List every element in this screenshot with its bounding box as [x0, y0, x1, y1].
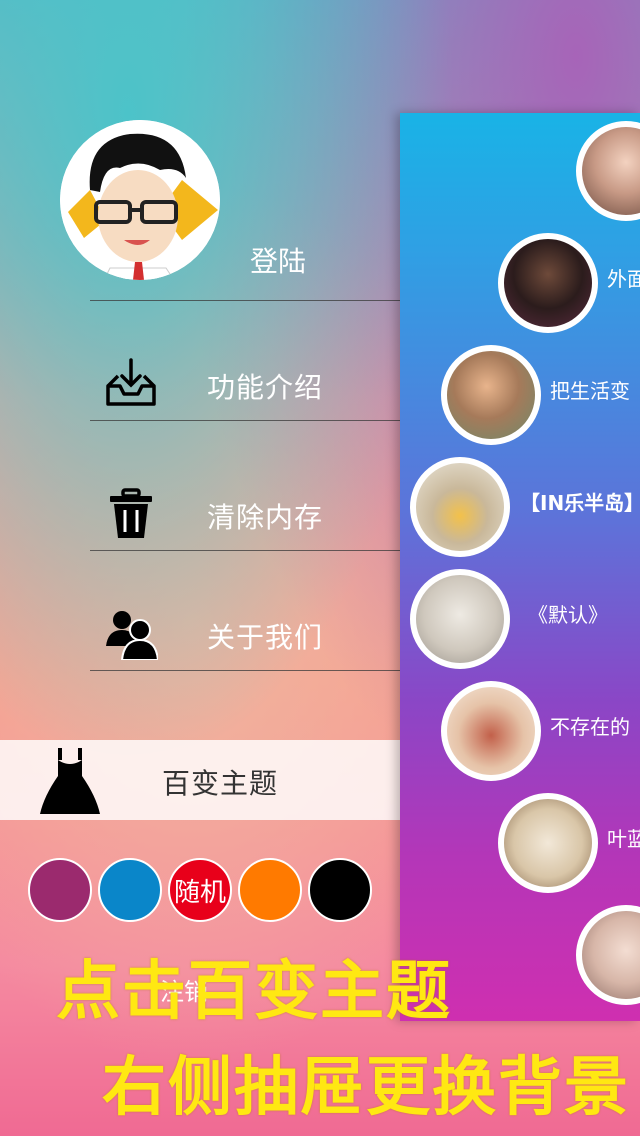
- divider: [90, 420, 400, 421]
- menu-item-intro-label: 功能介绍: [207, 371, 324, 404]
- divider: [90, 670, 400, 671]
- song-item[interactable]: 叶蓝: [400, 793, 640, 893]
- song-title: 不存在的: [550, 715, 630, 739]
- song-thumbnail: [576, 905, 640, 1005]
- menu-item-theme-label: 百变主题: [162, 767, 279, 800]
- inbox-download-icon: [106, 358, 156, 406]
- dress-icon: [40, 748, 100, 814]
- song-title: 把生活变: [550, 379, 630, 403]
- menu-item-theme[interactable]: 百变主题: [0, 740, 400, 820]
- theme-swatch-blue[interactable]: [98, 858, 162, 922]
- song-item[interactable]: 把生活变: [400, 345, 640, 445]
- song-item[interactable]: 不存在的: [400, 681, 640, 781]
- login-label[interactable]: 登陆: [250, 240, 306, 280]
- song-thumbnail: [441, 681, 541, 781]
- song-item[interactable]: 【IN乐半岛】: [400, 457, 640, 557]
- song-thumbnail: [498, 793, 598, 893]
- song-thumbnail: [441, 345, 541, 445]
- divider: [90, 550, 400, 551]
- song-thumbnail: [410, 569, 510, 669]
- song-item[interactable]: [400, 121, 640, 221]
- song-title: 【IN乐半岛】: [520, 491, 640, 515]
- song-thumbnail: [576, 121, 640, 221]
- song-item[interactable]: 《默认》: [400, 569, 640, 669]
- user-avatar[interactable]: [60, 120, 220, 280]
- menu-item-intro[interactable]: 功能介绍: [90, 356, 400, 466]
- song-title: 叶蓝: [607, 827, 640, 851]
- random-swatch-label: 随机: [173, 877, 226, 908]
- theme-swatch-purple[interactable]: [28, 858, 92, 922]
- song-thumbnail: [410, 457, 510, 557]
- trash-icon: [110, 488, 152, 538]
- promo-text-line-2: 右侧抽屉更换背景: [102, 1051, 630, 1125]
- song-drawer[interactable]: 外面 把生活变 【IN乐半岛】 《默认》 不存在的 叶蓝: [400, 113, 640, 1021]
- song-thumbnail: [498, 233, 598, 333]
- menu-item-about[interactable]: 关于我们: [90, 606, 400, 716]
- theme-swatch-orange[interactable]: [238, 858, 302, 922]
- menu-item-clear-cache-label: 清除内存: [207, 501, 324, 534]
- song-title: 《默认》: [528, 603, 608, 627]
- menu-item-clear-cache[interactable]: 清除内存: [90, 486, 400, 596]
- menu-item-about-label: 关于我们: [207, 621, 324, 654]
- song-title: 外面: [607, 267, 640, 291]
- theme-swatch-random[interactable]: 随机: [168, 858, 232, 922]
- theme-swatch-black[interactable]: [308, 858, 372, 922]
- divider: [90, 300, 400, 301]
- promo-text-line-1: 点击百变主题: [56, 955, 452, 1029]
- users-icon: [106, 611, 158, 660]
- song-item[interactable]: 外面: [400, 233, 640, 333]
